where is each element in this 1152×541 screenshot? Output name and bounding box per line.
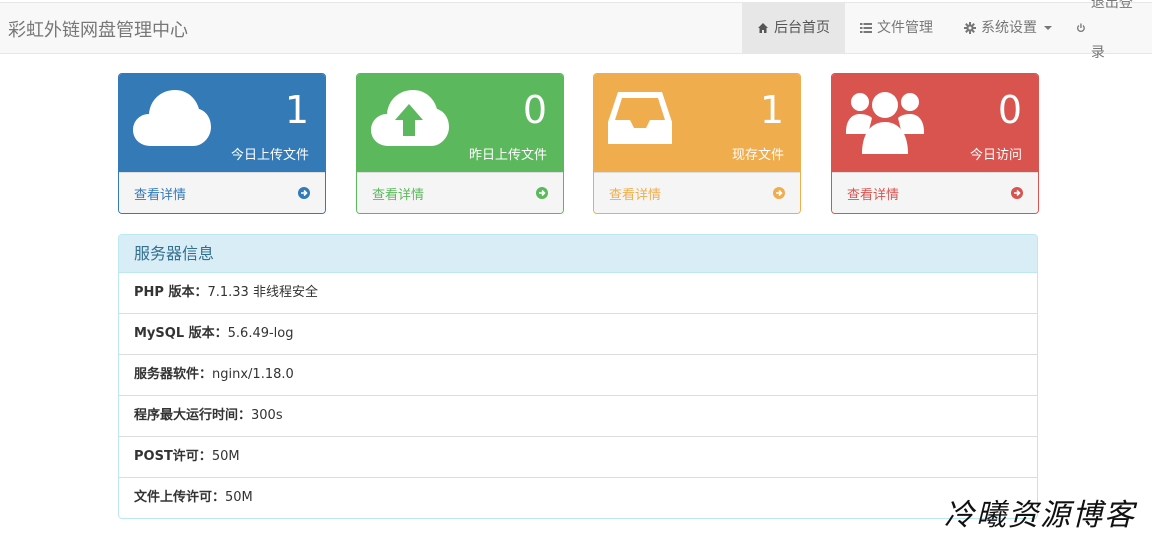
arrow-circle-right-icon <box>536 187 548 199</box>
info-row-php: PHP 版本：7.1.33 非线程安全 <box>119 273 1037 314</box>
info-value: 50M <box>211 449 240 464</box>
stat-value: 0 <box>997 88 1022 132</box>
info-value: nginx/1.18.0 <box>212 367 294 382</box>
view-details-link[interactable]: 查看详情 <box>832 172 1038 213</box>
nav-files[interactable]: 文件管理 <box>845 3 948 53</box>
watermark-text: 冷曦资源博客 <box>944 498 1136 533</box>
arrow-circle-right-icon <box>1011 187 1023 199</box>
info-key: MySQL 版本： <box>134 326 228 341</box>
stat-value: 1 <box>759 88 784 132</box>
stat-today-upload: 1 今日上传文件 查看详情 <box>118 73 326 214</box>
view-details-link[interactable]: 查看详情 <box>119 172 325 213</box>
view-details-label: 查看详情 <box>372 187 425 203</box>
stat-yesterday-upload: 0 昨日上传文件 查看详情 <box>356 73 564 214</box>
stat-value: 0 <box>522 88 547 132</box>
info-key: 程序最大运行时间： <box>134 408 252 423</box>
cloud-upload-icon <box>371 90 449 146</box>
nav-home-label: 后台首页 <box>774 20 830 36</box>
stat-label: 今日访问 <box>969 148 1022 163</box>
info-row-mysql: MySQL 版本：5.6.49-log <box>119 314 1037 355</box>
nav-settings[interactable]: 系统设置 <box>949 3 1067 53</box>
stat-label: 现存文件 <box>731 148 784 163</box>
cloud-icon <box>133 90 211 146</box>
nav-settings-label: 系统设置 <box>981 20 1037 36</box>
navbar: 彩虹外链网盘管理中心 后台首页 文件管理 系统设置 退出登录 <box>0 0 1152 61</box>
view-details-label: 查看详情 <box>609 187 662 203</box>
stat-label: 昨日上传文件 <box>468 148 547 163</box>
inbox-icon <box>608 92 672 144</box>
brand-title[interactable]: 彩虹外链网盘管理中心 <box>8 16 188 42</box>
info-row-max-exec-time: 程序最大运行时间：300s <box>119 396 1037 437</box>
nav-logout[interactable]: 退出登录 <box>1061 0 1152 61</box>
arrow-circle-right-icon <box>298 187 310 199</box>
info-key: POST许可： <box>134 449 212 464</box>
list-icon <box>860 23 872 33</box>
stat-value: 1 <box>284 88 309 132</box>
home-icon <box>758 23 768 33</box>
users-icon <box>846 92 924 154</box>
info-row-post-limit: POST许可：50M <box>119 437 1037 478</box>
view-details-link[interactable]: 查看详情 <box>594 172 800 213</box>
info-value: 5.6.49-log <box>227 326 294 341</box>
stat-existing-files: 1 现存文件 查看详情 <box>593 73 801 214</box>
gear-icon <box>964 22 976 34</box>
view-details-label: 查看详情 <box>134 187 187 203</box>
stat-head: 0 今日访问 <box>832 74 1038 172</box>
stat-head: 1 今日上传文件 <box>119 74 325 172</box>
info-value: 7.1.33 非线程安全 <box>207 285 318 300</box>
stat-label: 今日上传文件 <box>230 148 309 163</box>
power-icon <box>1077 23 1085 32</box>
info-key: 文件上传许可： <box>134 490 226 505</box>
stat-head: 1 现存文件 <box>594 74 800 172</box>
info-row-server-software: 服务器软件：nginx/1.18.0 <box>119 355 1037 396</box>
info-row-upload-limit: 文件上传许可：50M <box>119 478 1037 518</box>
stat-head: 0 昨日上传文件 <box>357 74 563 172</box>
stat-today-visits: 0 今日访问 查看详情 <box>831 73 1039 214</box>
chevron-down-icon <box>1044 26 1052 30</box>
server-info-title: 服务器信息 <box>119 235 1037 273</box>
nav-home[interactable]: 后台首页 <box>742 3 845 53</box>
info-value: 50M <box>225 490 253 505</box>
nav-files-label: 文件管理 <box>877 20 933 36</box>
arrow-circle-right-icon <box>773 187 785 199</box>
nav-logout-label: 退出登录 <box>1090 0 1133 61</box>
info-key: PHP 版本： <box>134 285 208 300</box>
view-details-label: 查看详情 <box>847 187 900 203</box>
server-info-panel: 服务器信息 PHP 版本：7.1.33 非线程安全 MySQL 版本：5.6.4… <box>118 234 1038 519</box>
info-key: 服务器软件： <box>134 367 213 382</box>
view-details-link[interactable]: 查看详情 <box>357 172 563 213</box>
info-value: 300s <box>251 408 283 423</box>
